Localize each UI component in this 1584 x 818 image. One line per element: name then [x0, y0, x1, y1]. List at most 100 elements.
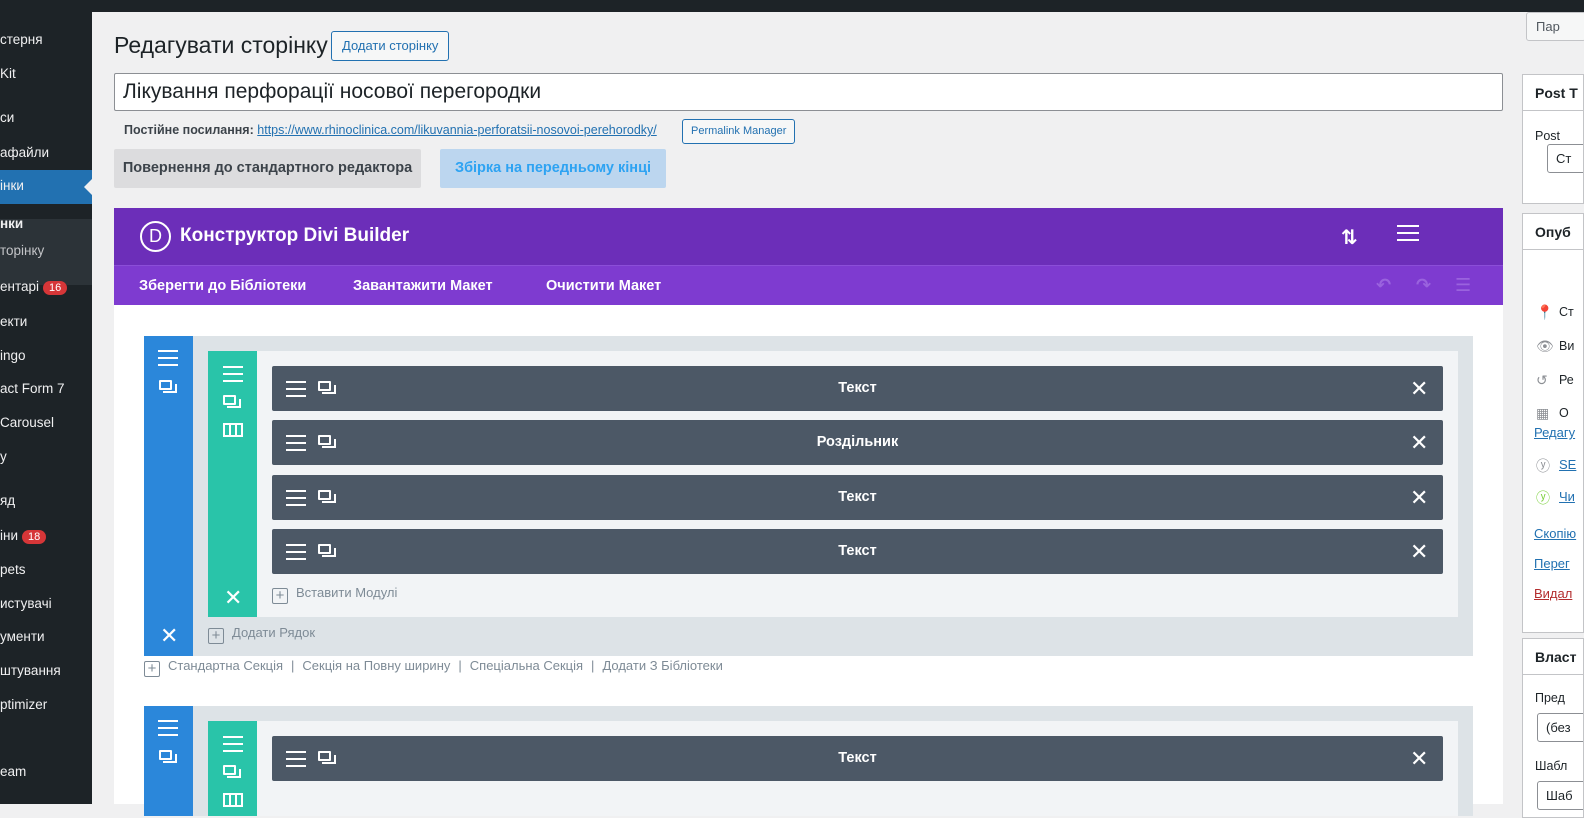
load-layout-button[interactable]: Завантажити Макет — [353, 278, 493, 294]
comments-count-badge: 16 — [43, 281, 68, 295]
sidebar-item-label: Carousel — [0, 415, 55, 430]
module-delete-icon[interactable]: ✕ — [1410, 541, 1428, 563]
row-columns-icon[interactable] — [223, 423, 243, 437]
divi-module[interactable]: Текст ✕ — [272, 529, 1443, 574]
sidebar-item-label: ументи — [0, 629, 45, 644]
permalink-row: Постійне посилання: https://www.rhinocli… — [124, 123, 657, 137]
seo-score-link[interactable]: SE — [1559, 457, 1576, 472]
row-drag-icon[interactable] — [223, 736, 243, 757]
add-row-button[interactable]: + Додати Рядок — [208, 625, 315, 644]
sidebar-item-label: яд — [0, 493, 16, 508]
history-icon: ↺ — [1536, 372, 1548, 388]
sidebar-item-contact-form[interactable]: act Form 7 — [0, 381, 92, 396]
insert-modules-button[interactable]: + Вставити Модулі — [272, 585, 397, 604]
sidebar-item-label: eam — [0, 764, 27, 779]
page-attributes-title: Власт — [1523, 639, 1583, 675]
sidebar-item-users[interactable]: истувачі — [0, 596, 92, 611]
sidebar-item-label: нки — [0, 216, 24, 231]
sidebar-item-media[interactable]: афайли — [0, 145, 92, 160]
trash-link[interactable]: Видал — [1534, 586, 1572, 601]
divi-section[interactable]: ✕ ✕ Текст ✕ Роздільник ✕ Текст ✕ Текст ✕… — [144, 336, 1473, 656]
sidebar-item-bingo[interactable]: ingo — [0, 348, 92, 363]
row-handle[interactable]: ✕ — [208, 351, 257, 617]
module-title: Текст — [838, 543, 877, 559]
divi-row[interactable]: Текст ✕ — [208, 721, 1458, 816]
sidebar-item-label: ентарі — [0, 279, 40, 294]
preview-button[interactable]: Пар — [1526, 12, 1584, 41]
divi-section[interactable]: Текст ✕ — [144, 706, 1473, 816]
redo-icon[interactable]: ↷ — [1416, 275, 1431, 296]
sort-arrows-icon[interactable]: ⇅ — [1341, 225, 1358, 250]
sidebar-item-projects[interactable]: екти — [0, 314, 92, 329]
history-icon[interactable]: ☰ — [1455, 275, 1471, 296]
standard-editor-button[interactable]: Повернення до стандартного редактора — [114, 149, 421, 188]
row-duplicate-icon[interactable] — [223, 395, 241, 408]
divi-module[interactable]: Текст ✕ — [272, 736, 1443, 781]
divi-module[interactable]: Роздільник ✕ — [272, 420, 1443, 465]
sidebar-sub-all-pages[interactable]: нки — [0, 216, 92, 231]
section-duplicate-icon[interactable] — [159, 750, 177, 763]
status-row: Ст — [1559, 305, 1574, 319]
sidebar-sub-add-page[interactable]: торінку — [0, 243, 92, 258]
sidebar-item-label: ptimizer — [0, 697, 48, 712]
template-label: Шабл — [1535, 759, 1568, 773]
section-drag-icon[interactable] — [158, 720, 178, 741]
template-select[interactable]: Шаб — [1537, 781, 1583, 810]
divi-module[interactable]: Текст ✕ — [272, 475, 1443, 520]
row-duplicate-icon[interactable] — [223, 765, 241, 778]
readability-link[interactable]: Чи — [1559, 489, 1575, 504]
add-from-library-link[interactable]: Додати З Бібліотеки — [602, 658, 722, 673]
hamburger-menu-icon[interactable] — [1397, 225, 1419, 246]
sidebar-item-optimizer[interactable]: ptimizer — [0, 697, 92, 712]
separator: | — [591, 658, 595, 673]
sidebar-item-posts[interactable]: си — [0, 110, 92, 125]
section-handle[interactable] — [144, 706, 193, 816]
save-to-library-button[interactable]: Зберегти до Бібліотеки — [139, 278, 306, 294]
sidebar-item-tools[interactable]: ументи — [0, 629, 92, 644]
sidebar-item-appearance[interactable]: яд — [0, 493, 92, 508]
sidebar-item-pages[interactable]: інки — [0, 170, 92, 204]
section-drag-icon[interactable] — [158, 350, 178, 371]
special-section-link[interactable]: Спеціальна Секція — [470, 658, 583, 673]
add-row-label: Додати Рядок — [232, 625, 316, 640]
divi-row[interactable]: ✕ Текст ✕ Роздільник ✕ Текст ✕ Текст ✕ +… — [208, 351, 1458, 617]
parent-select[interactable]: (без — [1537, 713, 1583, 742]
post-type-select[interactable]: Ст — [1547, 144, 1583, 173]
standard-section-link[interactable]: Стандартна Секція — [168, 658, 283, 673]
sidebar-item-settings[interactable]: штування — [0, 663, 92, 678]
divi-module[interactable]: Текст ✕ — [272, 366, 1443, 411]
sidebar-item-snippets[interactable]: pets — [0, 562, 92, 577]
permalink-manager-button[interactable]: Permalink Manager — [682, 119, 796, 144]
sidebar-item-divi[interactable]: у — [0, 449, 92, 464]
module-title: Текст — [838, 380, 877, 396]
sidebar-item-plugins[interactable]: іни 18 — [0, 528, 92, 544]
sidebar-item-team[interactable]: eam — [0, 764, 92, 779]
row-delete-icon[interactable]: ✕ — [224, 587, 242, 609]
row-handle[interactable] — [208, 721, 257, 816]
post-type-box: Post T Post Ст — [1522, 74, 1584, 204]
sidebar-item-dashboard[interactable]: стерня — [0, 32, 92, 47]
rewrite-link[interactable]: Перег — [1534, 556, 1570, 571]
permalink-label: Постійне посилання: — [124, 123, 254, 137]
permalink-link[interactable]: https://www.rhinoclinica.com/likuvannia-… — [257, 123, 656, 137]
frontend-builder-button[interactable]: Збірка на передньому кінці — [440, 149, 666, 188]
undo-icon[interactable]: ↶ — [1376, 275, 1391, 296]
sidebar-item-carousel[interactable]: Carousel — [0, 415, 92, 430]
fullwidth-section-link[interactable]: Секція на Повну ширину — [302, 658, 450, 673]
module-delete-icon[interactable]: ✕ — [1410, 432, 1428, 454]
module-delete-icon[interactable]: ✕ — [1410, 487, 1428, 509]
row-columns-icon[interactable] — [223, 793, 243, 807]
section-delete-icon[interactable]: ✕ — [160, 625, 178, 647]
module-delete-icon[interactable]: ✕ — [1410, 378, 1428, 400]
sidebar-item-comments[interactable]: ентарі 16 — [0, 279, 92, 295]
clear-layout-button[interactable]: Очистити Макет — [546, 278, 661, 294]
module-delete-icon[interactable]: ✕ — [1410, 748, 1428, 770]
edit-date-link[interactable]: Редагу — [1534, 425, 1575, 440]
section-handle[interactable]: ✕ — [144, 336, 193, 656]
copy-draft-link[interactable]: Скопію — [1534, 526, 1576, 541]
row-drag-icon[interactable] — [223, 366, 243, 387]
section-duplicate-icon[interactable] — [159, 380, 177, 393]
add-page-button[interactable]: Додати сторінку — [331, 31, 450, 61]
sidebar-item-kit[interactable]: Kit — [0, 66, 92, 81]
post-title-input[interactable]: Лікування перфорації носової перегородки — [114, 73, 1503, 111]
